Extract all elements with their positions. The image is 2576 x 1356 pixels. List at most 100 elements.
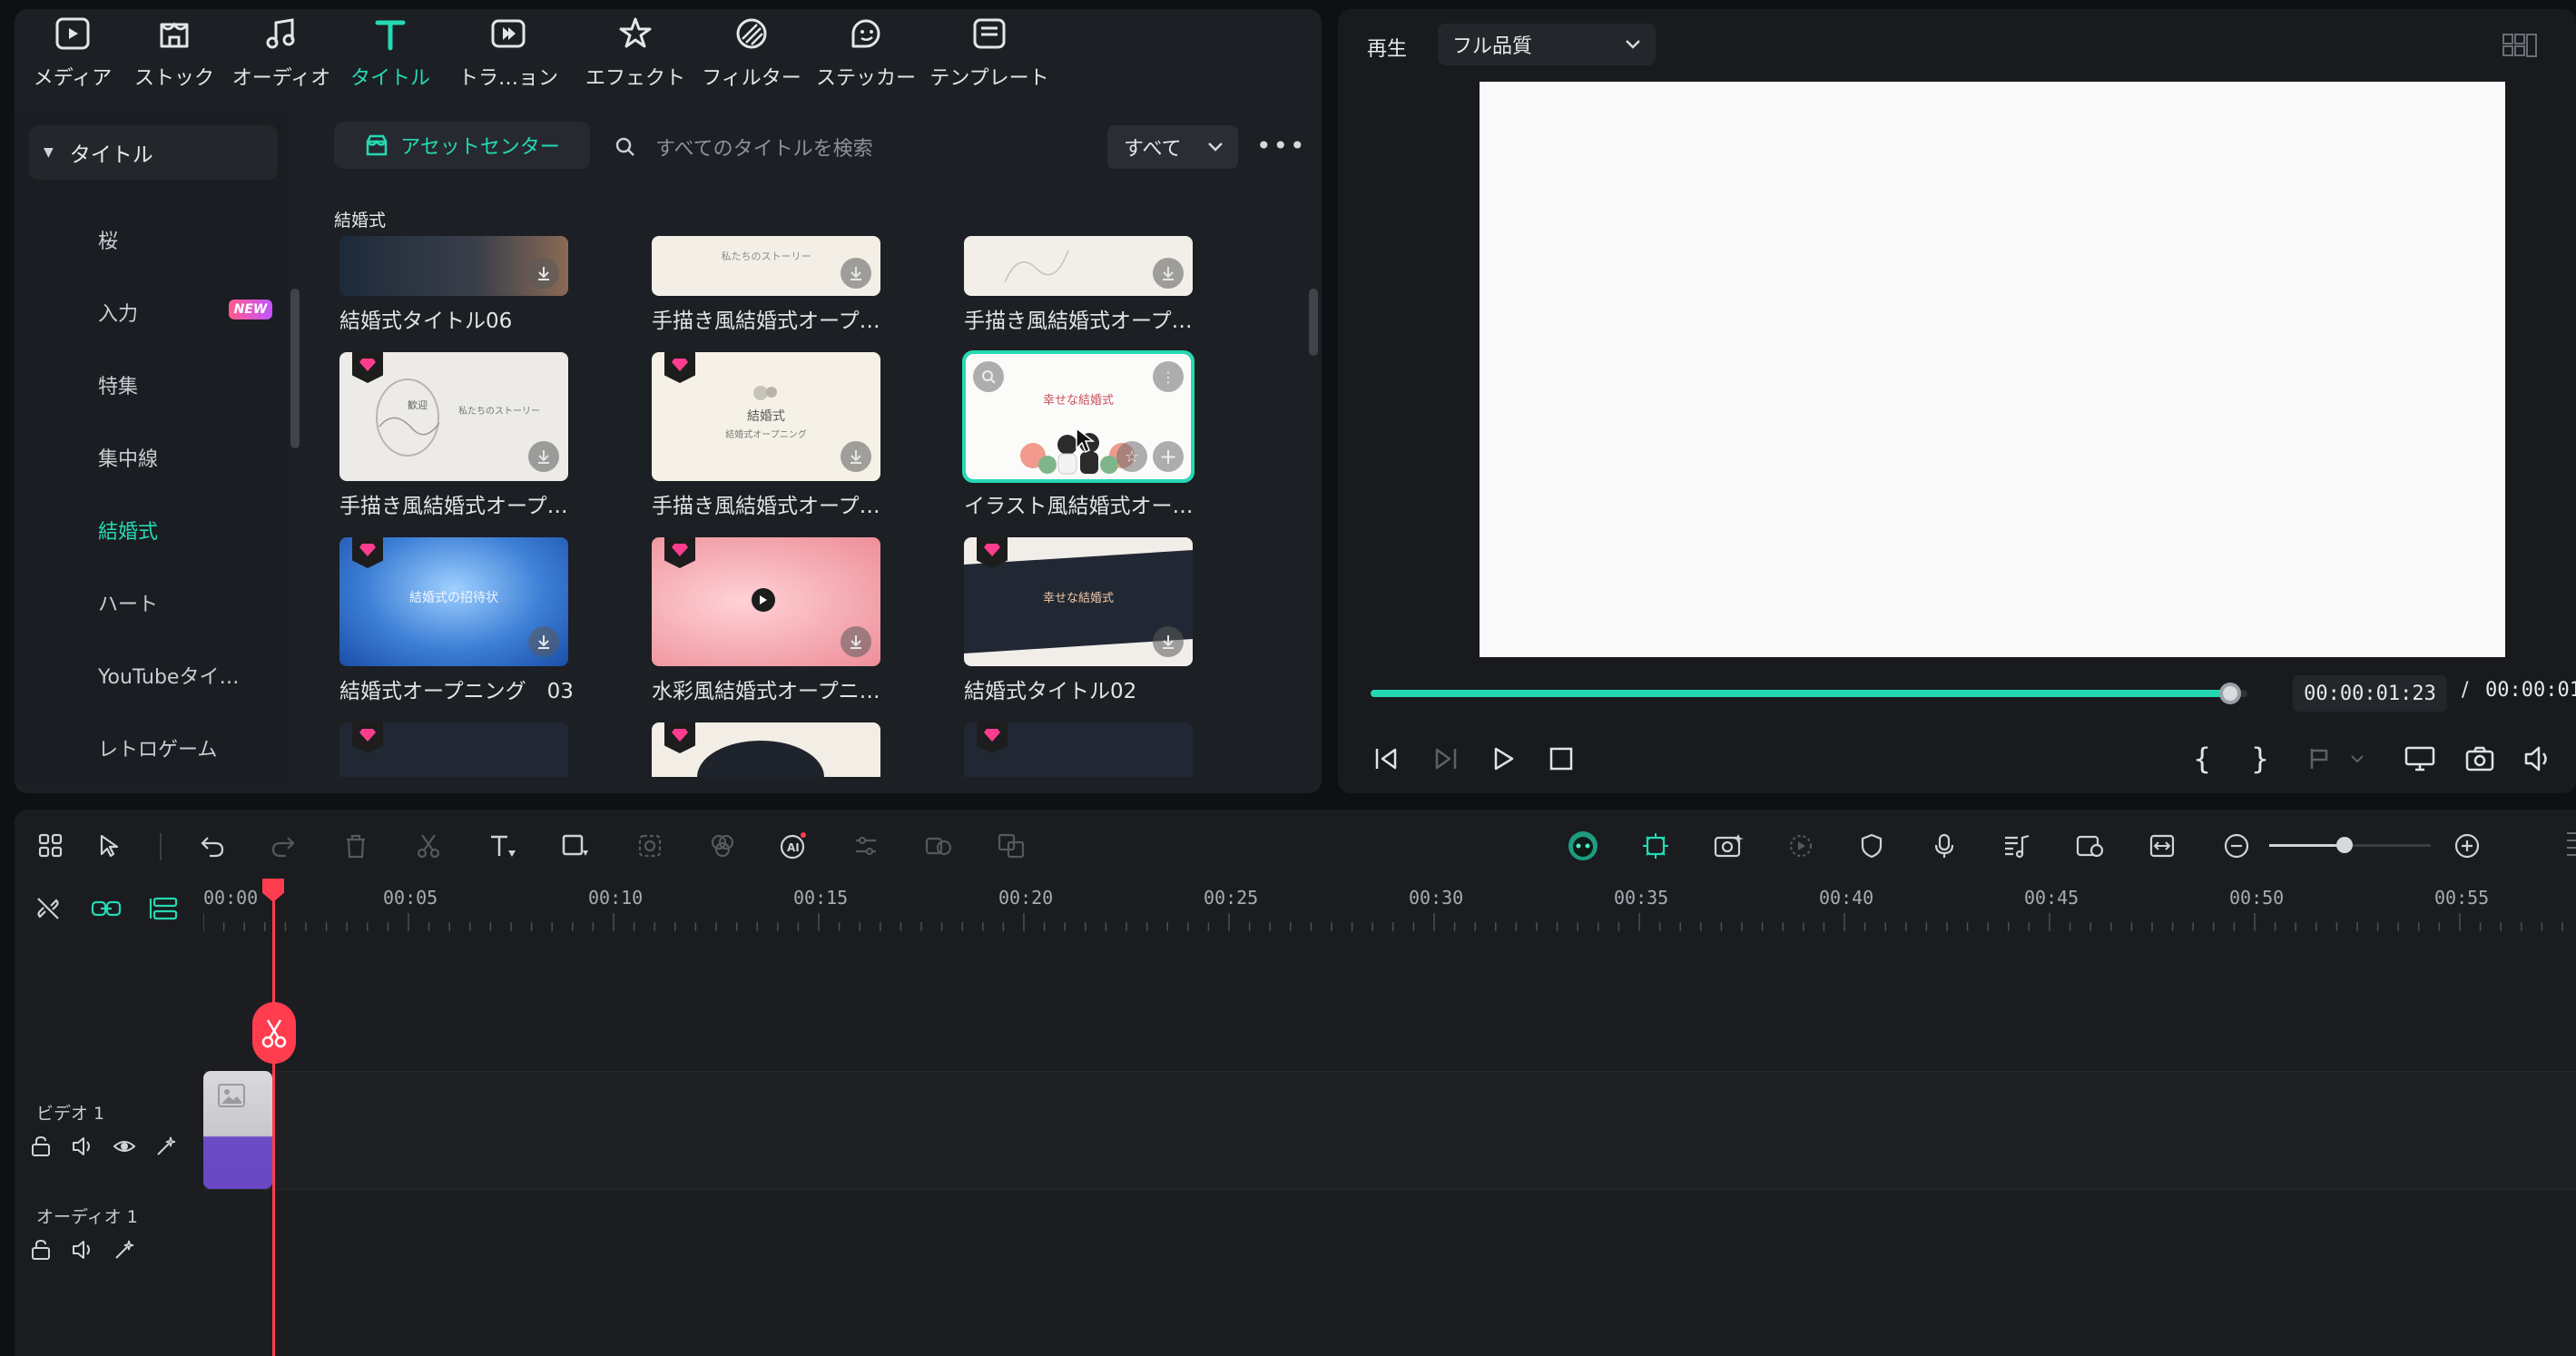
unlink-icon[interactable] (34, 895, 62, 922)
download-icon[interactable] (841, 258, 871, 289)
color-blend-icon[interactable] (703, 826, 742, 866)
panel-grip-icon[interactable] (2558, 828, 2576, 864)
quality-dropdown[interactable]: フル品質 (1438, 24, 1656, 65)
select-arrow-icon[interactable] (91, 826, 131, 866)
preview-canvas[interactable] (1480, 82, 2505, 657)
preview-zoom-icon[interactable] (973, 361, 1004, 392)
redo-icon[interactable] (263, 826, 303, 866)
library-scrollbar[interactable] (1309, 289, 1318, 356)
chevron-down-icon[interactable] (2345, 741, 2369, 777)
auto-highlight-icon[interactable] (1636, 826, 1676, 866)
tree-scrollbar[interactable] (290, 289, 300, 448)
grid-layout-icon[interactable] (2502, 33, 2538, 58)
crop-shape-icon[interactable] (556, 826, 595, 866)
download-icon[interactable] (1153, 258, 1184, 289)
download-icon[interactable] (528, 441, 559, 472)
next-frame-icon[interactable] (1427, 741, 1463, 777)
kebab-menu-icon[interactable]: ⋮ (1153, 361, 1184, 392)
tab-effect[interactable]: エフェクト (581, 13, 690, 100)
tree-item[interactable]: 入力 (98, 298, 138, 327)
stop-button[interactable] (1543, 741, 1579, 777)
audio-track-row[interactable] (203, 1189, 2576, 1356)
lock-icon[interactable] (29, 1135, 53, 1158)
ai-mask-icon[interactable] (630, 826, 670, 866)
prev-frame-icon[interactable] (1369, 741, 1405, 777)
ai-assistant-icon[interactable] (1563, 826, 1603, 866)
zoom-slider[interactable] (2269, 837, 2431, 853)
progress-knob[interactable] (2218, 683, 2241, 704)
ai-photo-icon[interactable] (1708, 826, 1748, 866)
title-thumbnail[interactable]: 歓迎 私たちのストーリー (339, 352, 568, 481)
tree-item[interactable]: 集中線 (98, 443, 158, 472)
search-input[interactable]: すべてのタイトルを検索 (655, 133, 873, 162)
zoom-slider-knob[interactable] (2336, 837, 2353, 853)
title-thumbnail[interactable] (964, 722, 1193, 777)
tab-media[interactable]: メディア (29, 13, 116, 100)
tree-item[interactable]: ハート (98, 588, 158, 617)
text-tool-icon[interactable] (483, 826, 523, 866)
video-track-row[interactable] (203, 1071, 2576, 1189)
snapshot-camera-icon[interactable] (2462, 741, 2498, 777)
download-icon[interactable] (1153, 626, 1184, 657)
more-options-icon[interactable]: ••• (1256, 131, 1307, 161)
undo-icon[interactable] (192, 826, 232, 866)
snapshot-clip-icon[interactable] (2070, 826, 2109, 866)
volume-icon[interactable] (71, 1135, 94, 1158)
marker-flag-icon[interactable] (2302, 741, 2338, 777)
lock-icon[interactable] (29, 1238, 53, 1262)
tree-item[interactable]: YouTubeタイ… (98, 661, 239, 690)
mark-out-icon[interactable]: } (2242, 741, 2278, 777)
filter-dropdown[interactable]: すべて (1107, 125, 1238, 169)
volume-icon[interactable] (2520, 741, 2556, 777)
volume-icon[interactable] (71, 1238, 94, 1262)
adjust-sliders-icon[interactable] (846, 826, 886, 866)
title-thumbnail[interactable] (964, 236, 1193, 296)
tab-audio[interactable]: オーディオ (227, 13, 336, 100)
playhead[interactable] (272, 893, 275, 1356)
title-thumbnail[interactable]: 結婚式の招待状 (339, 537, 568, 666)
microphone-icon[interactable] (1924, 826, 1964, 866)
zoom-in-icon[interactable] (2447, 826, 2487, 866)
display-settings-icon[interactable] (2402, 741, 2438, 777)
layout-grid-icon[interactable] (31, 826, 71, 866)
tree-item[interactable]: 特集 (98, 370, 138, 399)
tab-template[interactable]: テンプレート (926, 13, 1053, 100)
playback-progress-bar[interactable] (1371, 683, 2247, 704)
track-layout-icon[interactable] (149, 895, 180, 922)
tab-filter[interactable]: フィルター (697, 13, 806, 100)
title-thumbnail[interactable] (339, 722, 568, 777)
download-icon[interactable] (841, 441, 871, 472)
link-clips-icon[interactable] (91, 895, 122, 922)
tree-header[interactable]: ▼ タイトル (29, 125, 278, 180)
ai-audio-icon[interactable]: AI (773, 826, 813, 866)
title-thumbnail[interactable]: 私たちのストーリー (652, 236, 880, 296)
title-thumbnail[interactable] (652, 722, 880, 777)
tab-sticker[interactable]: ステッカー (811, 13, 920, 100)
tab-transition[interactable]: トラ…ョン (454, 13, 563, 100)
magic-wand-icon[interactable] (154, 1135, 178, 1158)
asset-center-button[interactable]: アセットセンター (334, 122, 590, 169)
mark-in-icon[interactable]: { (2184, 741, 2220, 777)
play-button[interactable] (1485, 741, 1521, 777)
download-icon[interactable] (841, 626, 871, 657)
ai-translate-icon[interactable] (991, 826, 1031, 866)
title-thumbnail[interactable] (339, 236, 568, 296)
title-thumbnail[interactable] (652, 537, 880, 666)
play-icon[interactable] (752, 588, 775, 612)
favorite-star-icon[interactable]: ☆ (1116, 441, 1147, 472)
tab-stock[interactable]: ストック (127, 13, 221, 100)
download-icon[interactable] (528, 626, 559, 657)
timeline-ruler[interactable]: 00:00 00:05 00:10 00:15 00:20 00:25 00:30 00:35… (203, 884, 2576, 938)
tree-item[interactable]: 桜 (98, 225, 118, 254)
split-scissors-icon[interactable] (408, 826, 448, 866)
magic-wand-icon[interactable] (113, 1238, 136, 1262)
eye-icon[interactable] (113, 1135, 136, 1158)
delete-trash-icon[interactable] (336, 826, 376, 866)
title-thumbnail[interactable]: 幸せな結婚式 (964, 537, 1193, 666)
title-thumbnail-selected[interactable]: 幸せな結婚式 ⋮ ☆ + (962, 350, 1195, 483)
fit-width-icon[interactable] (2142, 826, 2182, 866)
video-clip[interactable] (203, 1071, 272, 1189)
download-icon[interactable] (528, 258, 559, 289)
tree-item[interactable]: レトロゲーム (98, 733, 217, 762)
split-at-playhead-button[interactable] (252, 1002, 296, 1064)
